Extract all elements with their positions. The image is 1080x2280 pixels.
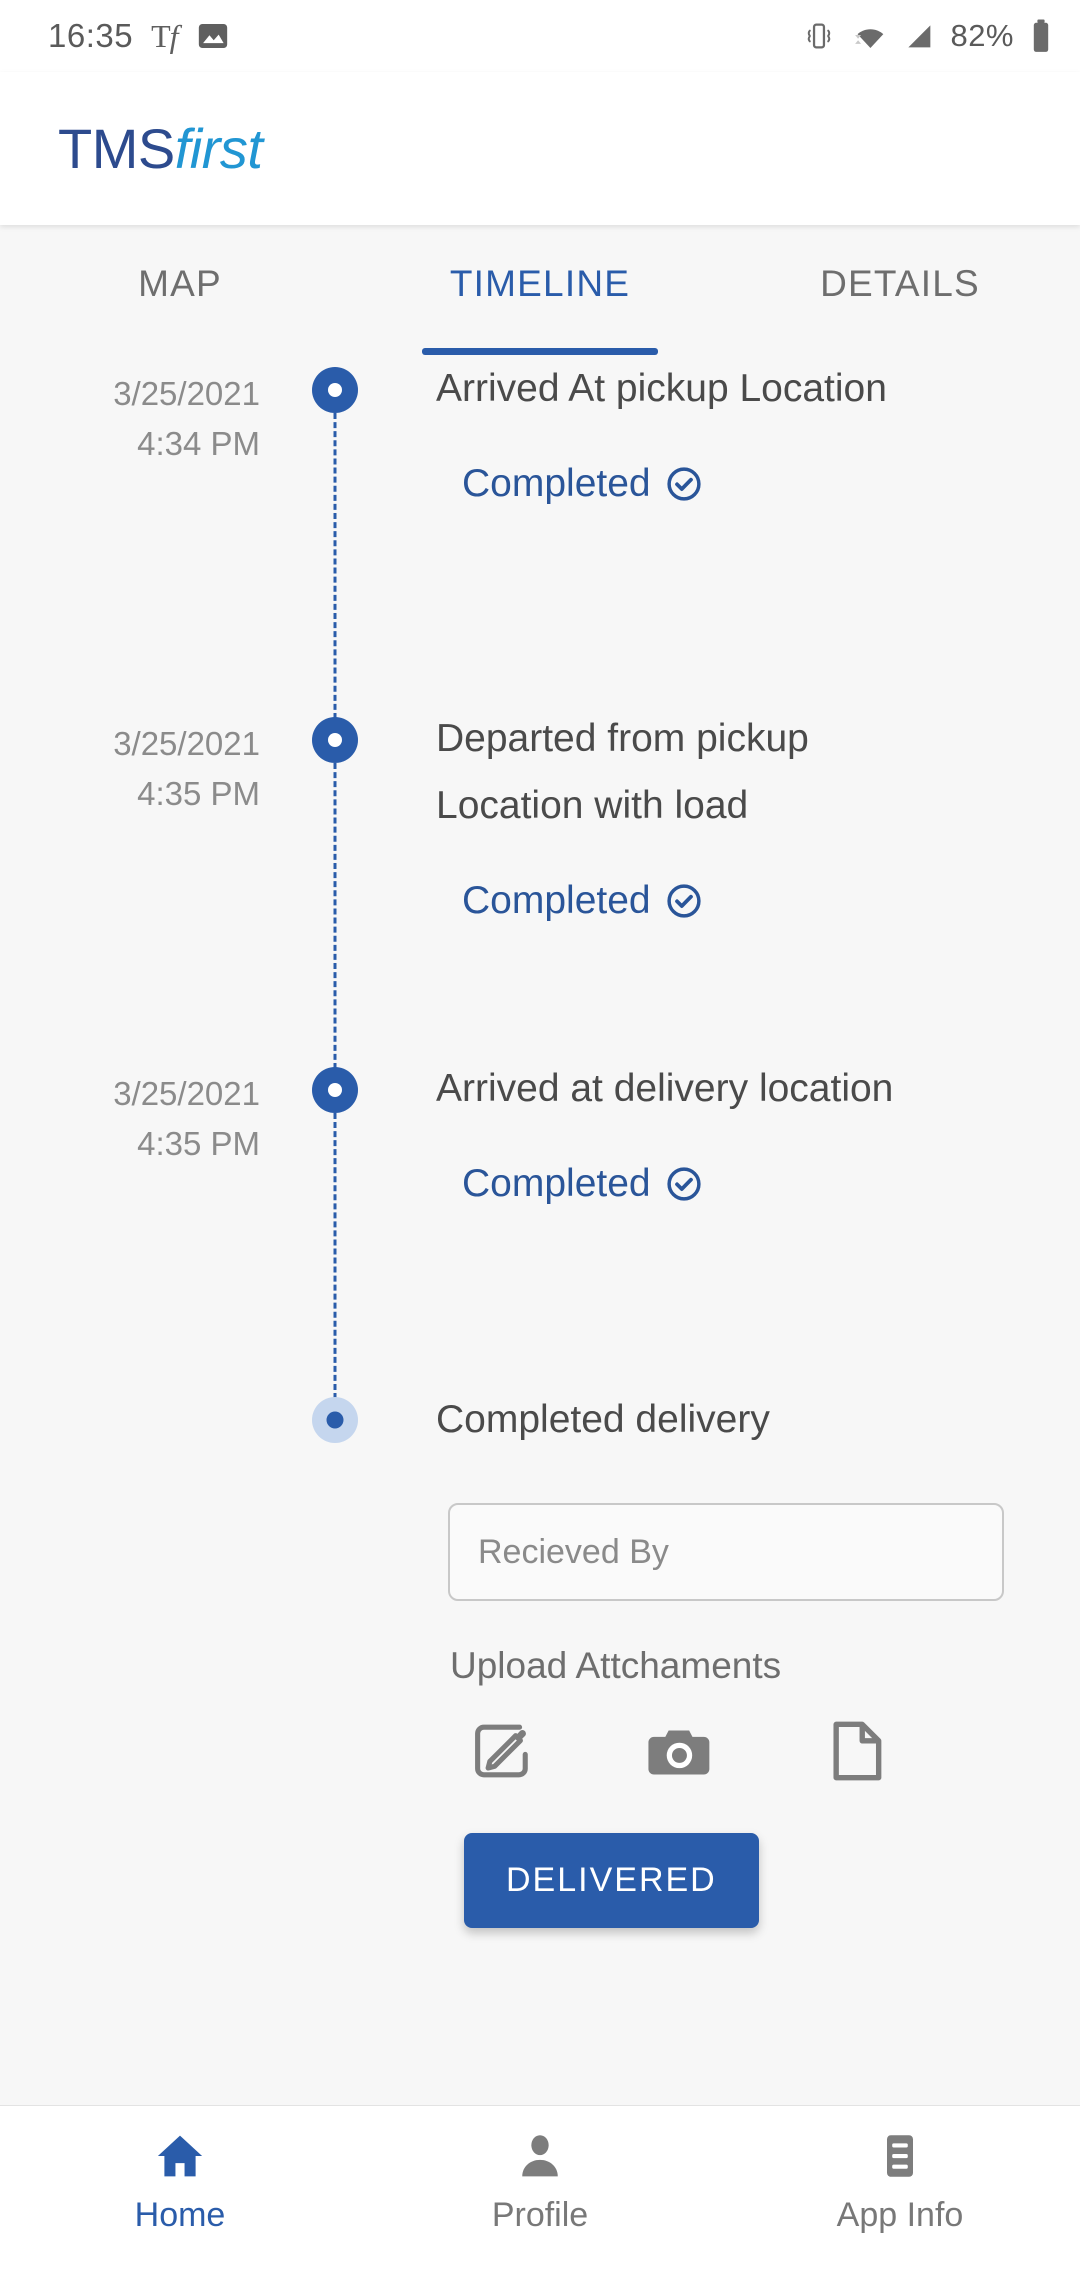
timeline-content: 3/25/2021 4:34 PM Arrived At pickup Loca…	[0, 355, 1080, 2105]
app-info-icon	[874, 2130, 926, 2182]
timeline-event-date: 3/25/2021	[113, 1075, 260, 1112]
check-circle-icon	[665, 882, 703, 920]
nav-item-profile[interactable]: Profile	[360, 2130, 720, 2235]
timeline-event-status: Completed	[462, 1162, 1040, 1206]
nav-item-home-label: Home	[134, 2196, 226, 2234]
timeline-event-title: Arrived At pickup Location	[436, 367, 887, 410]
tab-details[interactable]: DETAILS	[720, 247, 1080, 355]
check-circle-icon	[665, 1165, 703, 1203]
timeline-event: 3/25/2021 4:34 PM Arrived At pickup Loca…	[0, 355, 1080, 719]
timeline-marker	[290, 705, 380, 1069]
document-upload-button[interactable]	[824, 1717, 888, 1785]
nav-item-home[interactable]: Home	[0, 2130, 360, 2235]
timeline-event: Completed delivery	[0, 1385, 1080, 1465]
upload-attachments-label: Upload Attchaments	[450, 1645, 782, 1686]
timeline-status-label: Completed	[462, 879, 651, 922]
nav-item-app-info[interactable]: App Info	[720, 2130, 1080, 2235]
tab-timeline-label: TIMELINE	[449, 263, 631, 304]
nav-item-app-info-label: App Info	[836, 2196, 964, 2234]
timeline-dot-completed	[312, 717, 358, 763]
tab-timeline-indicator	[422, 348, 658, 355]
status-bar-right: 82%	[802, 18, 1052, 54]
timeline-event-date: 3/25/2021	[113, 375, 260, 412]
font-size-icon: Tf	[151, 17, 178, 54]
tab-bar: MAP TIMELINE DETAILS	[0, 225, 1080, 355]
timeline-dot-completed	[312, 1067, 358, 1113]
delivery-form: Upload Attchaments	[0, 1503, 1080, 1928]
camera-icon	[644, 1717, 716, 1785]
timeline-event-timestamp: 3/25/2021 4:34 PM	[0, 355, 290, 705]
tab-map[interactable]: MAP	[0, 247, 360, 355]
image-icon	[196, 19, 230, 53]
timeline-event-timestamp	[0, 1385, 290, 1465]
timeline-dot-completed	[312, 367, 358, 413]
bottom-navigation: Home Profile App Info	[0, 2105, 1080, 2280]
tab-map-indicator	[62, 348, 298, 355]
timeline-event-title: Arrived at delivery location	[436, 1067, 894, 1110]
tab-details-label: DETAILS	[820, 263, 980, 304]
timeline-event-title: Departed from pickup Location with load	[436, 717, 809, 827]
home-icon	[154, 2130, 206, 2182]
upload-attachments-options	[448, 1717, 1020, 1785]
timeline-event-status: Completed	[462, 462, 1040, 506]
timeline-event: 3/25/2021 4:35 PM Departed from pickup L…	[0, 705, 1080, 1069]
timeline-marker	[290, 1055, 380, 1399]
timeline-event-time: 4:35 PM	[137, 1125, 260, 1162]
timeline-status-label: Completed	[462, 1162, 651, 1205]
timeline-status-label: Completed	[462, 462, 651, 505]
timeline-event-status: Completed	[462, 879, 1040, 923]
timeline-event-timestamp: 3/25/2021 4:35 PM	[0, 1055, 290, 1385]
camera-upload-button[interactable]	[644, 1717, 716, 1785]
app-header: TMSfirst	[0, 72, 1080, 225]
delivered-button[interactable]: DELIVERED	[464, 1833, 759, 1928]
timeline-dot-pending	[312, 1397, 358, 1443]
timeline-event-body: Arrived At pickup Location Completed	[380, 355, 1080, 705]
timeline-event-body: Departed from pickup Location with load …	[380, 705, 1080, 1055]
timeline-event-timestamp: 3/25/2021 4:35 PM	[0, 705, 290, 1055]
timeline-connector-line	[333, 763, 337, 1069]
timeline-event-time: 4:35 PM	[137, 775, 260, 812]
battery-icon	[1030, 18, 1052, 54]
signal-icon	[902, 19, 936, 53]
delivered-button-wrap: DELIVERED	[448, 1833, 1020, 1928]
tab-timeline[interactable]: TIMELINE	[360, 247, 720, 355]
timeline-marker	[290, 355, 380, 719]
status-clock: 16:35	[48, 17, 134, 54]
status-bar-left: 16:35 Tf	[48, 17, 230, 55]
wifi-icon	[850, 19, 888, 53]
battery-percent-label: 82%	[950, 18, 1014, 53]
signature-upload-button[interactable]	[468, 1717, 536, 1785]
timeline-event-title: Completed delivery	[436, 1398, 770, 1441]
received-by-input[interactable]	[448, 1503, 1004, 1601]
vibrate-icon	[802, 19, 836, 53]
nav-item-profile-label: Profile	[491, 2196, 589, 2234]
timeline-event-time: 4:34 PM	[137, 425, 260, 462]
timeline-connector-line	[333, 413, 337, 719]
status-bar: 16:35 Tf 82%	[0, 0, 1080, 72]
document-icon	[824, 1717, 888, 1785]
person-icon	[514, 2130, 566, 2182]
timeline-marker	[290, 1385, 380, 1465]
logo-text-secondary: first	[174, 117, 263, 180]
timeline-event-body: Arrived at delivery location Completed	[380, 1055, 1080, 1385]
tab-map-label: MAP	[138, 263, 222, 304]
timeline-event-body: Completed delivery	[380, 1385, 1080, 1465]
app-root: 16:35 Tf 82% TMSfirst MAP TIMELINE DETAI…	[0, 0, 1080, 2280]
timeline-event: 3/25/2021 4:35 PM Arrived at delivery lo…	[0, 1055, 1080, 1399]
tab-details-indicator	[782, 348, 1018, 355]
app-logo: TMSfirst	[58, 116, 263, 181]
timeline-connector-line	[333, 1113, 337, 1399]
signature-icon	[468, 1717, 536, 1785]
timeline-list: 3/25/2021 4:34 PM Arrived At pickup Loca…	[0, 355, 1080, 1928]
timeline-event-date: 3/25/2021	[113, 725, 260, 762]
logo-text-primary: TMS	[58, 117, 175, 180]
check-circle-icon	[665, 465, 703, 503]
